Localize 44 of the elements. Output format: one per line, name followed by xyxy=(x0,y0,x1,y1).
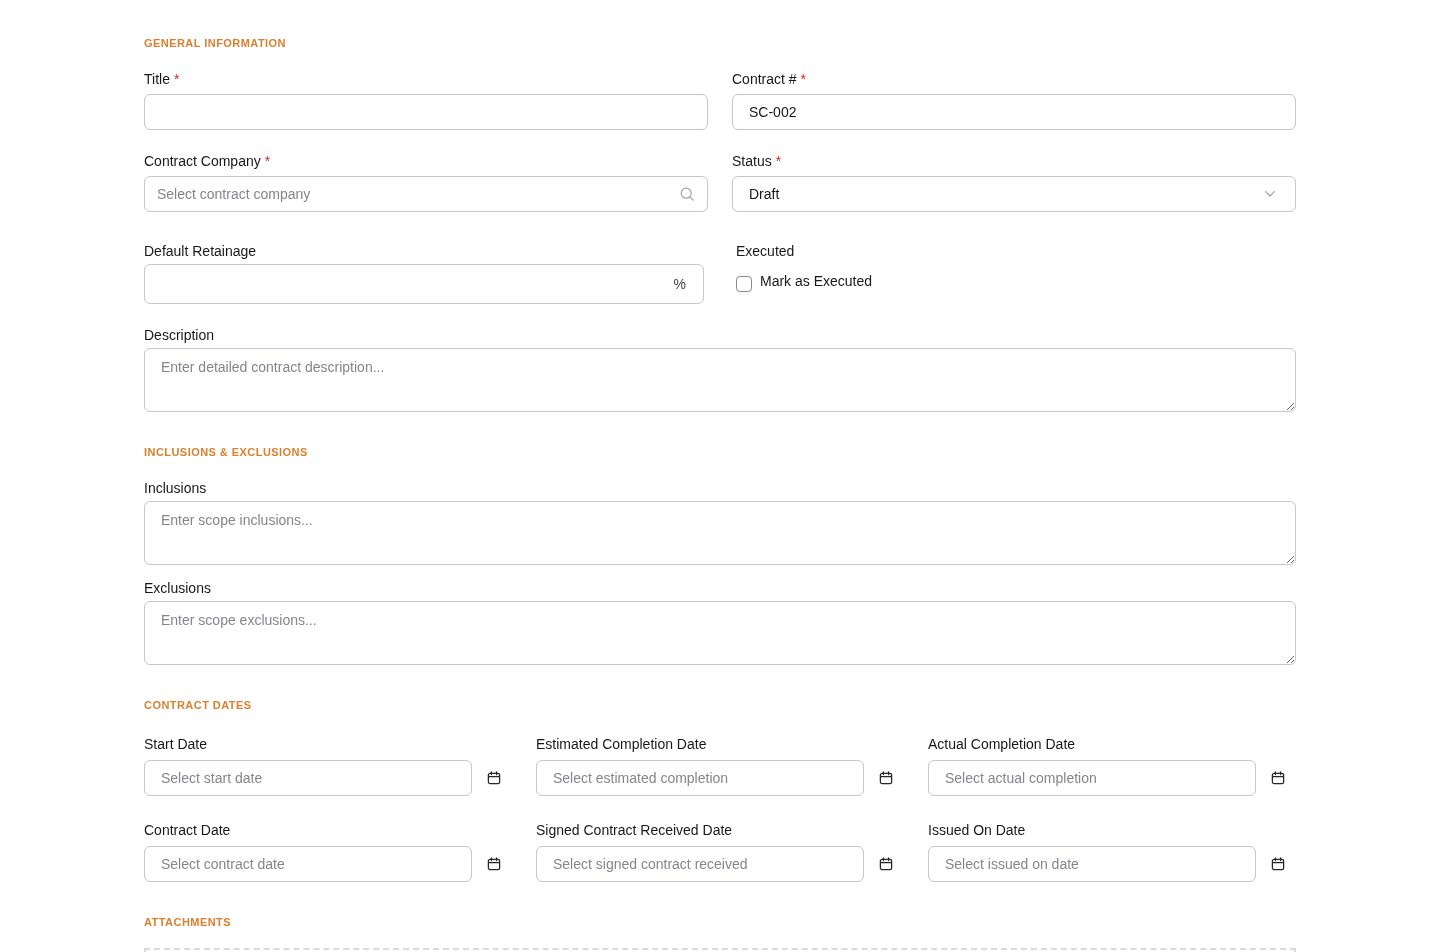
search-field[interactable]: Select contract company xyxy=(144,176,708,212)
field-label: Status * xyxy=(732,152,782,171)
date-input[interactable]: Select start date xyxy=(144,760,472,796)
text-area[interactable]: Enter detailed contract description... xyxy=(144,348,1296,412)
calendar-icon[interactable] xyxy=(879,857,893,871)
unit-label: % xyxy=(673,275,686,294)
field-label: Contract # * xyxy=(732,70,807,89)
search-icon xyxy=(680,187,694,201)
text-input[interactable]: SC-002 xyxy=(732,94,1296,130)
field-label: Inclusions xyxy=(144,479,207,498)
calendar-icon[interactable] xyxy=(1271,771,1285,785)
field-label: Exclusions xyxy=(144,579,211,598)
section-heading: GENERAL INFORMATION xyxy=(144,36,286,51)
field-label: Default Retainage xyxy=(144,242,257,261)
section-heading: CONTRACT DATES xyxy=(144,698,252,713)
date-input[interactable]: Select contract date xyxy=(144,846,472,882)
field-label: Title * xyxy=(144,70,180,89)
text-area[interactable]: Enter scope exclusions... xyxy=(144,601,1296,665)
field-label: Issued On Date xyxy=(928,821,1026,840)
field-label: Executed xyxy=(736,242,795,261)
field-label: Start Date xyxy=(144,735,208,754)
chevron-down-icon xyxy=(1265,191,1275,197)
percent-field[interactable] xyxy=(144,264,704,304)
date-input[interactable]: Select estimated completion xyxy=(536,760,864,796)
field-label: Estimated Completion Date xyxy=(536,735,707,754)
section-heading: INCLUSIONS & EXCLUSIONS xyxy=(144,445,308,460)
date-input[interactable]: Select issued on date xyxy=(928,846,1256,882)
field-label: Signed Contract Received Date xyxy=(536,821,733,840)
text-area[interactable]: Enter scope inclusions... xyxy=(144,501,1296,565)
date-input[interactable]: Select actual completion xyxy=(928,760,1256,796)
field-label: Contract Date xyxy=(144,821,231,840)
section-heading: ATTACHMENTS xyxy=(144,915,232,930)
checkbox-label[interactable]: Mark as Executed xyxy=(760,271,873,291)
calendar-icon[interactable] xyxy=(487,857,501,871)
text-input[interactable] xyxy=(144,94,708,130)
date-input[interactable]: Select signed contract received xyxy=(536,846,864,882)
field-label: Contract Company * xyxy=(144,152,271,171)
calendar-icon[interactable] xyxy=(487,771,501,785)
calendar-icon[interactable] xyxy=(1271,857,1285,871)
select-field[interactable]: Draft xyxy=(732,176,1296,212)
field-label: Description xyxy=(144,326,215,345)
calendar-icon[interactable] xyxy=(879,771,893,785)
checkbox[interactable] xyxy=(736,276,752,292)
field-label: Actual Completion Date xyxy=(928,735,1076,754)
